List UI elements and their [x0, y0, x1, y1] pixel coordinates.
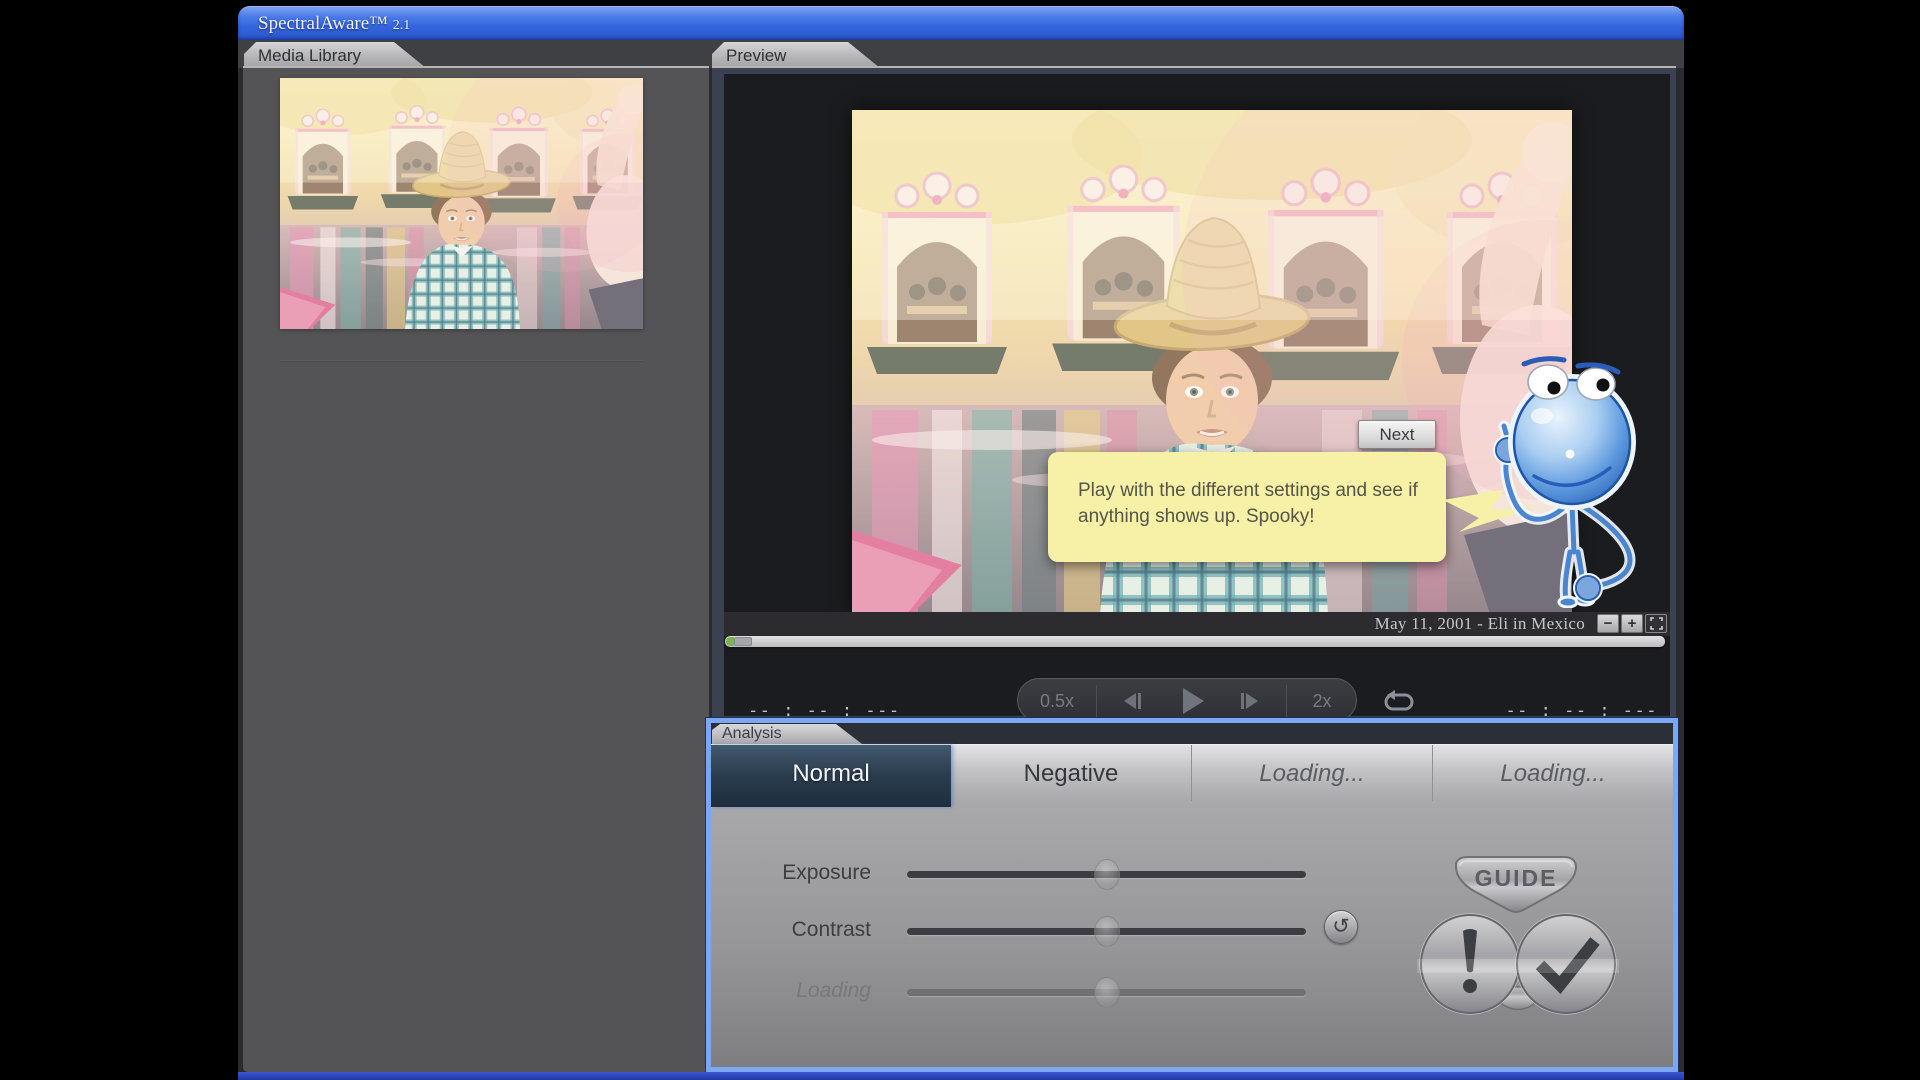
play-icon — [1181, 687, 1205, 715]
preview-panel: May 11, 2001 - Eli in Mexico − + -- : --… — [712, 66, 1676, 718]
tutorial-next-button[interactable]: Next — [1358, 420, 1436, 449]
divider — [1096, 685, 1097, 717]
step-back-button[interactable] — [1106, 679, 1158, 723]
tab-preview-label: Preview — [726, 46, 786, 65]
panel-tab-strip: Media Library Preview — [238, 40, 1684, 68]
step-back-icon — [1121, 691, 1143, 711]
speed-down-button[interactable]: 0.5x — [1018, 679, 1096, 723]
tab-analysis[interactable]: Analysis — [712, 724, 862, 744]
loop-icon — [1383, 690, 1415, 714]
guide-label: GUIDE — [1475, 865, 1558, 891]
contrast-slider-thumb[interactable] — [1094, 916, 1120, 947]
tab-analysis-label: Analysis — [722, 725, 782, 742]
tab-preview[interactable]: Preview — [712, 42, 880, 68]
mode-tab-loading-2[interactable]: Loading... — [1433, 745, 1673, 801]
caption-bar: May 11, 2001 - Eli in Mexico − + — [724, 612, 1670, 636]
title-bar[interactable]: SpectralAware™2.1 — [238, 6, 1684, 40]
contrast-slider[interactable] — [907, 928, 1306, 935]
preview-stage: May 11, 2001 - Eli in Mexico − + -- : --… — [724, 74, 1670, 716]
loading-slider-label: Loading — [721, 979, 871, 1003]
step-forward-icon — [1239, 691, 1261, 711]
app-version: 2.1 — [393, 18, 411, 33]
exposure-label: Exposure — [721, 861, 871, 885]
tutorial-tooltip: Play with the different settings and see… — [1048, 452, 1446, 562]
media-thumbnail[interactable] — [280, 78, 643, 329]
action-buttons — [1417, 909, 1619, 1021]
mode-tab-negative[interactable]: Negative — [951, 745, 1192, 801]
reset-button[interactable]: ↺ — [1324, 910, 1358, 944]
media-list-divider — [280, 360, 643, 362]
photo-caption: May 11, 2001 - Eli in Mexico — [1375, 612, 1585, 636]
play-button[interactable] — [1164, 679, 1222, 723]
fullscreen-button[interactable] — [1645, 614, 1667, 633]
tab-media-library-label: Media Library — [258, 46, 361, 65]
analysis-body: Exposure Contrast Loading ↺ — [711, 801, 1673, 1067]
loop-button[interactable] — [1383, 690, 1415, 714]
exposure-slider[interactable] — [907, 871, 1306, 878]
window-bottom-border — [238, 1072, 1684, 1080]
analysis-panel: Analysis Normal Negative Loading... Load… — [706, 718, 1678, 1072]
photo-thumbnail-art — [280, 78, 643, 329]
loading-slider-thumb — [1094, 977, 1120, 1008]
tutorial-message: Play with the different settings and see… — [1078, 478, 1420, 530]
speed-up-button[interactable]: 2x — [1286, 679, 1358, 723]
zoom-in-button[interactable]: + — [1621, 614, 1643, 633]
mode-tab-normal[interactable]: Normal — [711, 745, 951, 807]
analysis-mode-tabs: Normal Negative Loading... Loading... — [711, 744, 1673, 801]
media-library-panel — [243, 66, 709, 1072]
exposure-slider-thumb[interactable] — [1094, 859, 1120, 890]
zoom-out-button[interactable]: − — [1597, 614, 1619, 633]
spooky-mascot — [1478, 356, 1660, 608]
contrast-label: Contrast — [721, 918, 871, 942]
loading-slider — [907, 989, 1306, 996]
tab-media-library[interactable]: Media Library — [244, 42, 426, 68]
fullscreen-icon — [1650, 617, 1663, 630]
seek-progress — [726, 637, 734, 646]
app-window: SpectralAware™2.1 Media Library Preview … — [238, 6, 1684, 1080]
mode-tab-loading-1[interactable]: Loading... — [1192, 745, 1433, 801]
step-forward-button[interactable] — [1224, 679, 1276, 723]
app-title: SpectralAware™2.1 — [258, 7, 410, 41]
transport-controls: 0.5x 2x — [1017, 678, 1357, 722]
seek-bar[interactable] — [725, 636, 1665, 647]
analysis-tab-strip: Analysis — [711, 723, 1673, 744]
reset-icon: ↺ — [1332, 915, 1350, 938]
seek-thumb[interactable] — [734, 637, 752, 646]
